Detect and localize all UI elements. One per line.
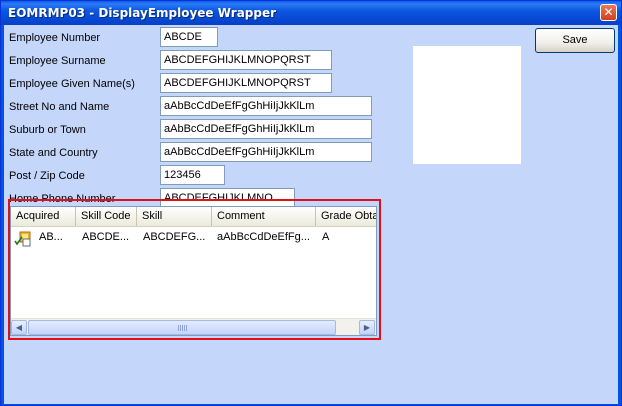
employee-number-field[interactable]: ABCDE bbox=[160, 27, 218, 47]
close-icon: ✕ bbox=[603, 5, 614, 19]
employee-surname-field[interactable]: ABCDEFGHIJKLMNOPQRST bbox=[160, 50, 332, 70]
close-button[interactable]: ✕ bbox=[600, 4, 617, 21]
employee-surname-label: Employee Surname bbox=[9, 55, 106, 67]
title-bar[interactable]: EOMRMP03 - DisplayEmployee Wrapper ✕ bbox=[1, 1, 621, 25]
post-code-field[interactable]: 123456 bbox=[160, 165, 225, 185]
highlight-frame bbox=[8, 199, 381, 340]
state-country-field[interactable]: aAbBcCdDeEfFgGhHiIjJkKlLm bbox=[160, 142, 372, 162]
employee-number-label: Employee Number bbox=[9, 32, 101, 44]
given-names-field[interactable]: ABCDEFGHIJKLMNOPQRST bbox=[160, 73, 332, 93]
given-names-label: Employee Given Name(s) bbox=[9, 78, 135, 90]
window-title: EOMRMP03 - DisplayEmployee Wrapper bbox=[8, 6, 277, 20]
client-area: Employee Number ABCDE Employee Surname A… bbox=[4, 25, 618, 404]
post-code-label: Post / Zip Code bbox=[9, 170, 85, 182]
app-window: EOMRMP03 - DisplayEmployee Wrapper ✕ Emp… bbox=[0, 0, 622, 406]
employee-photo bbox=[413, 46, 521, 164]
suburb-label: Suburb or Town bbox=[9, 124, 86, 136]
street-field[interactable]: aAbBcCdDeEfFgGhHiIjJkKlLm bbox=[160, 96, 372, 116]
suburb-field[interactable]: aAbBcCdDeEfFgGhHiIjJkKlLm bbox=[160, 119, 372, 139]
save-button[interactable]: Save bbox=[535, 28, 615, 53]
street-label: Street No and Name bbox=[9, 101, 110, 113]
state-country-label: State and Country bbox=[9, 147, 98, 159]
